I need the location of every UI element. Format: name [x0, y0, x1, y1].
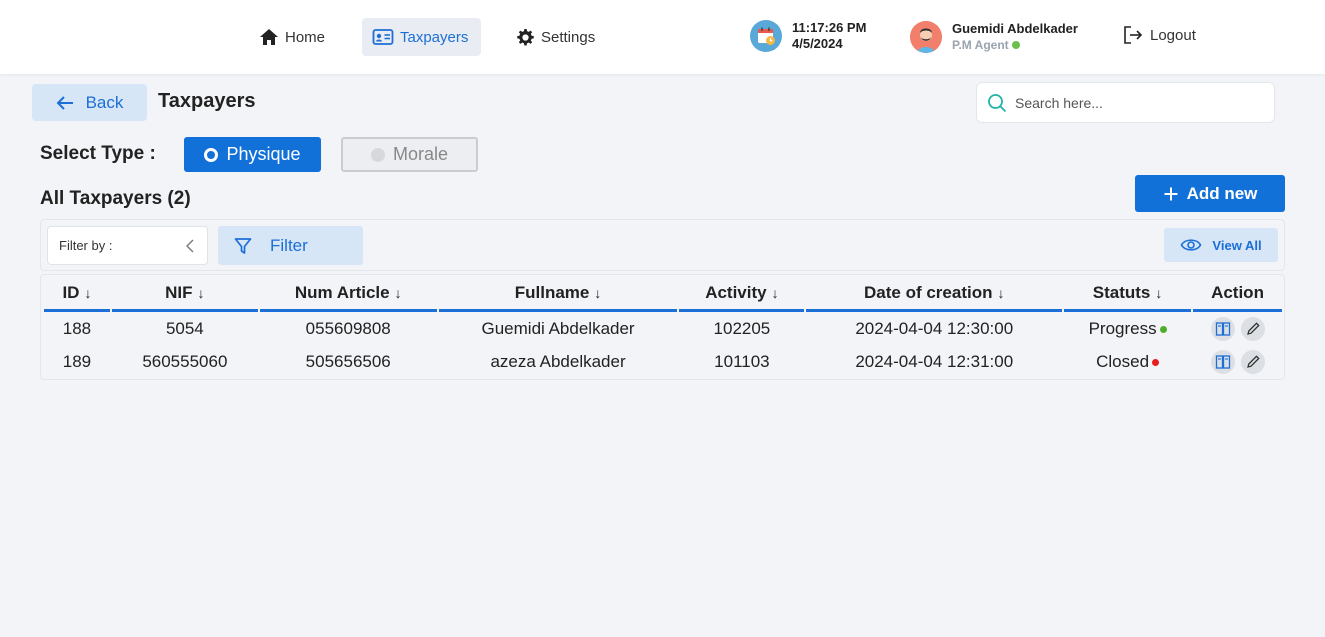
table-row[interactable]: 189 560555060 505656506 azeza Abdelkader… — [44, 345, 1282, 378]
clock-date: 4/5/2024 — [792, 36, 843, 51]
cell-nif: 560555060 — [142, 351, 228, 371]
nav-home[interactable]: Home — [249, 18, 335, 56]
nav-home-label: Home — [285, 28, 326, 46]
clock-widget: 11:17:26 PM 4/5/2024 — [750, 20, 866, 52]
clock-time: 11:17:26 PM — [792, 20, 867, 35]
user-role: P.M Agent — [952, 37, 1078, 53]
logout-label: Logout — [1150, 26, 1196, 44]
sort-arrow-icon: ↓ — [771, 285, 779, 301]
calendar-clock-icon — [750, 20, 782, 52]
type-physique-button[interactable]: Physique — [184, 137, 321, 172]
table-row[interactable]: 188 5054 055609808 Guemidi Abdelkader 10… — [44, 312, 1282, 345]
sort-arrow-icon: ↓ — [997, 285, 1005, 301]
cell-status: Progress — [1064, 312, 1191, 345]
status-text: Progress — [1088, 318, 1157, 338]
back-label: Back — [85, 92, 124, 112]
col-header-fullname[interactable]: Fullname ↓ — [438, 277, 678, 312]
view-details-button[interactable] — [1210, 316, 1235, 341]
top-navbar: Home Taxpayers Settings 11:17:26 PM 4/5/… — [0, 0, 1325, 74]
search-icon — [988, 93, 1007, 112]
cell-fullname: azeza Abdelkader — [490, 351, 626, 371]
funnel-icon — [234, 237, 252, 254]
logout-button[interactable]: Logout — [1122, 24, 1196, 46]
arrow-left-icon — [56, 95, 73, 110]
col-header-id[interactable]: ID ↓ — [44, 277, 110, 312]
sort-arrow-icon: ↓ — [84, 285, 92, 301]
sort-arrow-icon: ↓ — [394, 285, 402, 301]
cell-status: Closed — [1064, 345, 1191, 378]
table-header-row: ID ↓ NIF ↓ Num Article ↓ Fullname ↓ Activity… — [44, 277, 1282, 312]
col-header-status[interactable]: Statuts ↓ — [1064, 277, 1192, 312]
pencil-icon — [1246, 321, 1260, 335]
cell-num-article: 055609808 — [305, 318, 391, 338]
cell-date: 2024-04-04 12:31:00 — [855, 351, 1014, 371]
nav-settings[interactable]: Settings — [506, 18, 605, 56]
book-icon — [1215, 321, 1230, 336]
cell-action — [1193, 345, 1282, 378]
cell-num-article: 505656506 — [305, 351, 391, 371]
radio-selected-icon — [204, 147, 219, 162]
filter-by-label: Filter by : — [59, 238, 113, 253]
filter-by-select[interactable]: Filter by : — [47, 226, 208, 265]
sort-arrow-icon: ↓ — [594, 285, 602, 301]
select-type-label: Select Type : — [40, 143, 156, 164]
add-new-button[interactable]: Add new — [1135, 175, 1285, 212]
plus-icon — [1164, 187, 1178, 200]
nav-settings-label: Settings — [541, 28, 596, 46]
user-name: Guemidi Abdelkader — [952, 21, 1078, 36]
cell-fullname: Guemidi Abdelkader — [481, 318, 635, 338]
col-header-nif[interactable]: NIF ↓ — [111, 277, 258, 312]
list-title: All Taxpayers (2) — [40, 188, 191, 209]
user-role-label: P.M Agent — [952, 38, 1009, 52]
cell-activity: 102205 — [713, 318, 771, 338]
cell-date: 2024-04-04 12:30:00 — [855, 318, 1014, 338]
col-header-action: Action — [1193, 277, 1282, 312]
col-header-activity[interactable]: Activity ↓ — [679, 277, 805, 312]
home-icon — [260, 29, 278, 45]
cell-nif: 5054 — [165, 318, 204, 338]
view-all-label: View All — [1212, 237, 1262, 253]
user-profile[interactable]: Guemidi Abdelkader P.M Agent — [910, 20, 1078, 53]
status-dot — [1152, 358, 1160, 366]
type-morale-button[interactable]: Morale — [341, 137, 478, 172]
radio-unselected-icon — [370, 147, 385, 162]
add-new-label: Add new — [1186, 183, 1258, 203]
page-title: Taxpayers — [158, 90, 256, 112]
view-all-button[interactable]: View All — [1164, 228, 1278, 262]
edit-button[interactable] — [1240, 349, 1265, 374]
logout-icon — [1124, 26, 1143, 44]
pencil-icon — [1246, 354, 1260, 368]
cell-activity: 101103 — [714, 351, 770, 371]
col-header-date[interactable]: Date of creation ↓ — [806, 277, 1063, 312]
id-card-icon — [372, 29, 394, 45]
gear-icon — [517, 28, 534, 45]
chevron-left-icon — [186, 239, 194, 252]
eye-icon — [1181, 239, 1202, 251]
edit-button[interactable] — [1240, 316, 1265, 341]
filter-button[interactable]: Filter — [218, 226, 363, 265]
taxpayers-table: ID ↓ NIF ↓ Num Article ↓ Fullname ↓ Activity… — [40, 274, 1285, 380]
cell-id: 189 — [62, 351, 92, 371]
sort-arrow-icon: ↓ — [1155, 285, 1163, 301]
nav-taxpayers-label: Taxpayers — [400, 28, 469, 46]
book-icon — [1215, 354, 1230, 369]
search-input[interactable] — [1015, 94, 1255, 111]
cell-action — [1193, 312, 1282, 345]
filter-panel: Filter by : Filter View All — [40, 219, 1285, 271]
filter-label: Filter — [270, 235, 308, 255]
type-physique-label: Physique — [226, 144, 301, 164]
online-status-dot — [1011, 41, 1020, 49]
view-details-button[interactable] — [1210, 349, 1235, 374]
back-button[interactable]: Back — [32, 84, 147, 121]
status-dot — [1159, 325, 1167, 333]
nav-taxpayers[interactable]: Taxpayers — [362, 18, 481, 56]
search-box[interactable] — [976, 82, 1275, 123]
col-header-num-article[interactable]: Num Article ↓ — [259, 277, 437, 312]
avatar — [910, 20, 942, 53]
status-text: Closed — [1096, 351, 1150, 371]
cell-id: 188 — [62, 318, 92, 338]
type-morale-label: Morale — [392, 144, 449, 164]
sort-arrow-icon: ↓ — [197, 285, 205, 301]
